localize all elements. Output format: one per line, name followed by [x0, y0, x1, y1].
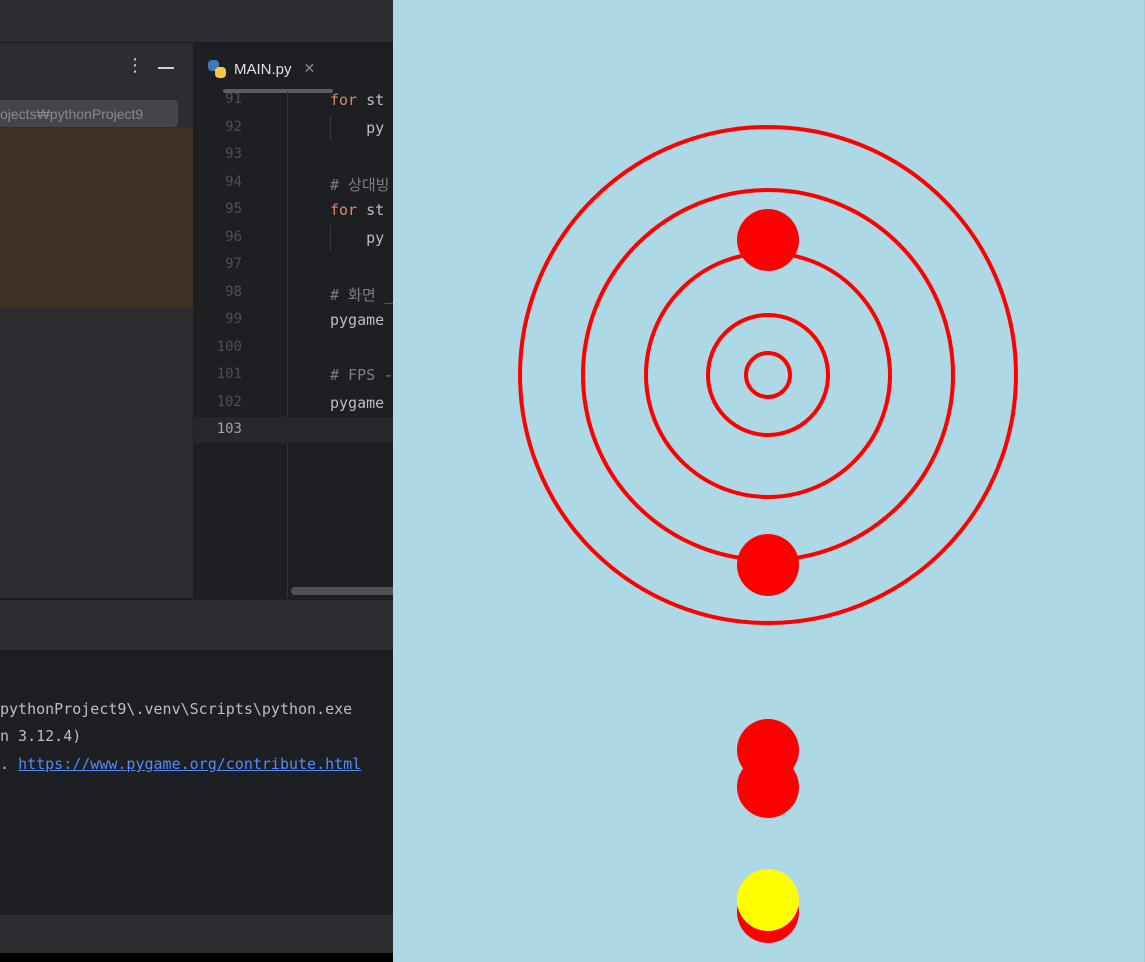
indent-guide: [330, 114, 331, 141]
line-number: 100: [216, 338, 242, 355]
line-number: 101: [216, 366, 242, 382]
horizontal-scrollbar[interactable]: [291, 587, 393, 595]
code-line: # 화면 _: [330, 285, 393, 304]
opponent-stone: [737, 534, 799, 596]
player-stone: [737, 869, 799, 931]
project-panel-header: ⋮: [0, 43, 193, 91]
window-bottom-edge: [0, 953, 393, 962]
code-line: py: [330, 228, 385, 247]
project-root-row[interactable]: ojects₩pythonProject9: [0, 100, 178, 127]
curling-house: [518, 125, 1018, 943]
tab-label: MAIN.py: [234, 60, 292, 78]
project-panel: ⋮ ojects₩pythonProject9: [0, 43, 194, 598]
house-ring: [644, 251, 892, 499]
console-line: pythonProject9\.venv\Scripts\python.exe: [0, 700, 353, 718]
line-number: 103: [216, 421, 242, 437]
opponent-stone: [737, 209, 799, 271]
code-line: for st: [330, 91, 385, 109]
selected-tree-rows[interactable]: [0, 128, 193, 308]
console-line: . https://www.pygame.org/contribute.html: [0, 755, 361, 773]
line-number: 92: [225, 118, 242, 135]
status-bar: [0, 915, 393, 953]
close-tab-icon[interactable]: ✕: [304, 61, 316, 77]
line-number: 98: [225, 283, 242, 300]
line-number: 102: [216, 393, 242, 410]
run-console[interactable]: pythonProject9\.venv\Scripts\python.exe …: [0, 650, 393, 915]
line-number: 91: [225, 91, 242, 107]
line-number: 94: [225, 173, 242, 190]
code-line: pygame: [330, 311, 385, 329]
opponent-stone: [737, 756, 799, 818]
code-line: # 상대빙: [330, 175, 390, 194]
pygame-contribute-link[interactable]: https://www.pygame.org/contribute.html: [18, 755, 361, 773]
indent-guide: [330, 224, 331, 251]
code-line: py: [330, 118, 385, 137]
minimize-icon[interactable]: [158, 67, 174, 69]
python-file-icon: [208, 60, 226, 78]
line-number: 99: [225, 311, 242, 327]
code-line: pygame: [330, 393, 385, 412]
line-number: 93: [225, 146, 242, 162]
line-number: 97: [225, 256, 242, 272]
pygame-window[interactable]: [393, 0, 1145, 962]
run-panel-header: [0, 599, 393, 651]
more-options-icon[interactable]: ⋮: [126, 55, 144, 76]
house-ring: [744, 351, 792, 399]
code-editor[interactable]: MAIN.py ✕ 91 for st 92 py 93 94 # 상대빙 95 for st…: [194, 43, 393, 598]
line-number: 95: [225, 201, 242, 217]
editor-tabbar: MAIN.py ✕: [194, 43, 393, 93]
tab-main-py[interactable]: MAIN.py ✕: [208, 57, 315, 81]
console-line: n 3.12.4): [0, 727, 82, 745]
code-line: for st: [330, 201, 385, 219]
code-line: # FPS -: [330, 366, 393, 384]
line-number: 96: [225, 228, 242, 245]
project-path: ojects₩pythonProject9: [0, 106, 144, 122]
house-ring: [706, 313, 830, 437]
ide-window: ⋮ ojects₩pythonProject9 MAIN.py ✕ 91 for …: [0, 0, 393, 962]
console-text: .: [0, 755, 19, 773]
ide-toolbar: [0, 0, 393, 43]
